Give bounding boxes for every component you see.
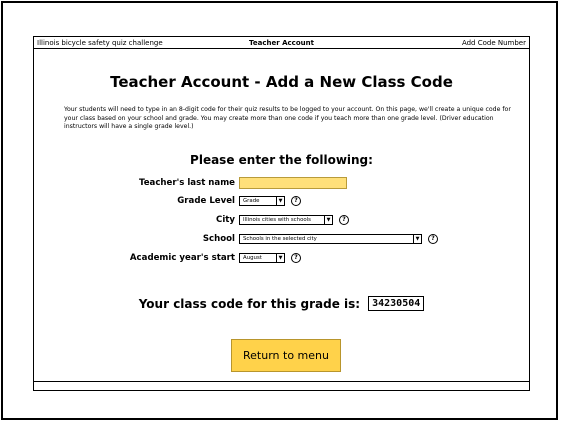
city-label: City [216, 215, 235, 225]
help-icon[interactable]: ? [291, 196, 301, 206]
class-code-label: Your class code for this grade is: [138, 296, 361, 311]
title-bar: Illinois bicycle safety quiz challenge T… [33, 36, 530, 49]
help-icon[interactable]: ? [291, 253, 301, 263]
intro-text: Your students will need to type in an 8-… [64, 106, 511, 131]
return-to-menu-button[interactable]: Return to menu [231, 339, 341, 372]
chevron-down-icon[interactable]: ▼ [325, 215, 333, 225]
page-subtitle: Add Code Number [461, 38, 526, 47]
year-row: Academic year's start August ▼ ? [34, 251, 531, 265]
chevron-down-icon[interactable]: ▼ [277, 196, 285, 206]
grade-select[interactable]: Grade [239, 196, 277, 206]
form-heading: Please enter the following: [190, 153, 373, 167]
school-row: School Schools in the selected city ▼ ? [34, 232, 531, 246]
city-row: City Illinois cities with schools ▼ ? [34, 213, 531, 227]
year-label: Academic year's start [129, 253, 235, 263]
page-heading: Teacher Account - Add a New Class Code [110, 73, 453, 91]
last-name-input[interactable] [239, 177, 347, 189]
grade-row: Grade Level Grade ▼ ? [34, 194, 531, 208]
school-select[interactable]: Schools in the selected city [239, 234, 414, 244]
chevron-down-icon[interactable]: ▼ [277, 253, 285, 263]
city-select[interactable]: Illinois cities with schools [239, 215, 325, 225]
year-select[interactable]: August [239, 253, 277, 263]
help-icon[interactable]: ? [428, 234, 438, 244]
last-name-label: Teacher's last name [138, 178, 235, 188]
help-icon[interactable]: ? [339, 215, 349, 225]
main-content: Teacher Account - Add a New Class Code Y… [33, 49, 530, 381]
last-name-row: Teacher's last name [34, 176, 531, 190]
grade-label: Grade Level [177, 196, 235, 206]
school-label: School [202, 234, 235, 244]
page-title: Teacher Account [249, 38, 314, 47]
chevron-down-icon[interactable]: ▼ [414, 234, 422, 244]
class-code-line: Your class code for this grade is: 34230… [34, 296, 529, 311]
status-bar [33, 381, 530, 391]
class-code-value: 34230504 [368, 296, 425, 311]
